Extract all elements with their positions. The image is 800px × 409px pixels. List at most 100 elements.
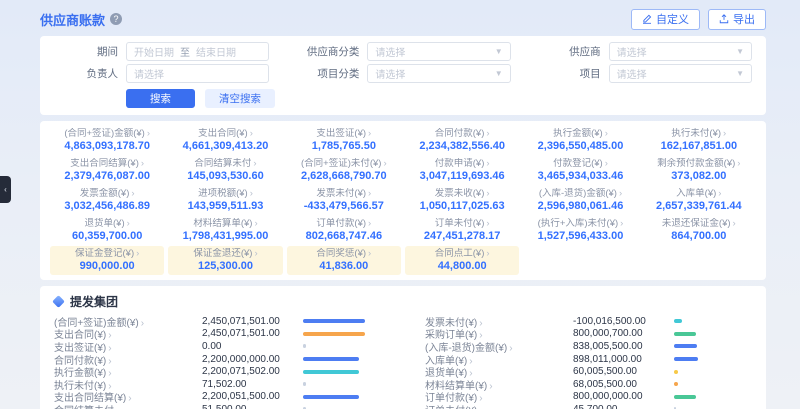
metric-value: 2,628,668,790.70 [289,170,399,182]
chevron-right-icon: › [619,188,622,199]
metric-card[interactable]: 付款登记(¥)› 3,465,934,033.46 [523,156,637,185]
chevron-right-icon: › [253,158,256,169]
period-daterange-input[interactable]: 开始日期 至 结束日期 [126,42,269,61]
metric-value: 1,527,596,433.00 [525,230,635,242]
metric-value: 41,836.00 [289,260,399,272]
metric-card[interactable]: 发票金额(¥)› 3,032,456,486.89 [50,186,164,215]
metric-card[interactable]: 发票未付(¥)› -433,479,566.57 [287,186,401,215]
edit-icon [642,14,652,24]
metric-value: 1,785,765.50 [289,140,399,152]
metric-label: 支出合同结算(¥)› [52,158,162,169]
metric-card[interactable]: (执行+入库)未付(¥)› 1,527,596,433.00 [523,216,637,245]
metric-value: 4,661,309,413.20 [170,140,280,152]
metric-value: 44,800.00 [407,260,517,272]
metric-card[interactable]: 退货单(¥)› 60,359,700.00 [50,216,164,245]
metric-card[interactable]: 付款申请(¥)› 3,047,119,693.46 [405,156,519,185]
export-icon [719,14,729,24]
chevron-right-icon: › [605,128,608,139]
chevron-right-icon: › [368,128,371,139]
chevron-right-icon: › [141,158,144,169]
metric-card[interactable]: 保证金退还(¥)› 125,300.00 [168,246,282,275]
page-title: 供应商账款 [40,10,105,29]
metric-card[interactable]: 合同结算未付› 145,093,530.60 [168,156,282,185]
owner-select[interactable]: 请选择 [126,64,269,83]
row-bar-track [674,319,752,323]
chevron-right-icon: › [250,128,253,139]
group-panel: 提发集团 (合同+签证)金额(¥)› 2,450,071,501.00 支出合同… [40,286,766,409]
metric-card[interactable]: 进项税额(¥)› 143,959,511.93 [168,186,282,215]
metric-value: -433,479,566.57 [289,200,399,212]
supplier-select[interactable]: 请选择 ▼ [609,42,752,61]
row-bar-track [674,370,752,374]
row-value: 2,200,071,502.00 [202,366,303,377]
search-button[interactable]: 搜索 [126,89,195,108]
metric-card[interactable]: (合同+签证)未付(¥)› 2,628,668,790.70 [287,156,401,185]
metric-card[interactable]: 支出合同结算(¥)› 2,379,476,087.00 [50,156,164,185]
row-value: 2,200,051,500.00 [202,391,303,402]
metric-value: 1,050,117,025.63 [407,200,517,212]
group-header[interactable]: 提发集团 [54,293,752,310]
metric-label: 合同奖惩(¥)› [289,248,399,259]
clear-search-button[interactable]: 清空搜索 [205,89,275,108]
metric-card[interactable]: 订单未付(¥)› 247,451,278.17 [405,216,519,245]
metric-card[interactable]: 支出合同(¥)› 4,661,309,413.20 [168,126,282,155]
export-button[interactable]: 导出 [708,9,766,30]
metric-card[interactable]: 发票未收(¥)› 1,050,117,025.63 [405,186,519,215]
metric-card[interactable]: 未退还保证金(¥)› 864,700.00 [642,216,756,245]
metric-value: 2,657,339,761.44 [644,200,754,212]
metric-label: 剩余预付款金额(¥)› [644,158,754,169]
metric-card[interactable]: 执行金额(¥)› 2,396,550,485.00 [523,126,637,155]
chevron-right-icon: › [254,218,257,229]
metric-value: 125,300.00 [170,260,280,272]
row-value: 71,502.00 [202,379,303,390]
project-select[interactable]: 请选择 ▼ [609,64,752,83]
filter-row-1: 期间 开始日期 至 结束日期 供应商分类 请选择 ▼ 供应商 请选择 ▼ [54,42,752,61]
metric-card[interactable]: 合同付款(¥)› 2,234,382,556.40 [405,126,519,155]
customize-button[interactable]: 自定义 [631,9,700,30]
metric-card[interactable]: (合同+签证)金额(¥)› 4,863,093,178.70 [50,126,164,155]
group-metric-row[interactable]: 订单未付(¥)› 45,700.00 [425,403,752,409]
metric-card[interactable]: 执行未付(¥)› 162,167,851.00 [642,126,756,155]
supplier-category-select[interactable]: 请选择 ▼ [367,42,510,61]
row-bar-track [303,332,381,336]
metric-card[interactable]: 剩余预付款金额(¥)› 373,082.00 [642,156,756,185]
metric-card[interactable]: (入库-退货)金额(¥)› 2,596,980,061.46 [523,186,637,215]
chevron-right-icon: › [127,218,130,229]
row-bar-track [303,357,381,361]
row-value: 68,005,500.00 [573,379,674,390]
side-drawer-handle[interactable]: ‹ [0,176,11,203]
project-category-select[interactable]: 请选择 ▼ [367,64,510,83]
row-bar [303,395,359,399]
metric-card[interactable]: 入库单(¥)› 2,657,339,761.44 [642,186,756,215]
metric-card[interactable]: 材料结算单(¥)› 1,798,431,995.00 [168,216,282,245]
supplier-label: 供应商 [537,44,601,59]
metric-card[interactable]: 支出签证(¥)› 1,785,765.50 [287,126,401,155]
daterange-separator: 至 [174,44,196,59]
chevron-right-icon: › [254,248,257,259]
period-label: 期间 [54,44,118,59]
row-bar [303,332,365,336]
metric-label: 合同点工(¥)› [407,248,517,259]
row-value: 2,200,000,000.00 [202,354,303,365]
row-bar-track [674,357,752,361]
row-value: 800,000,000.00 [573,391,674,402]
metric-value: 990,000.00 [52,260,162,272]
metric-card[interactable]: 订单付款(¥)› 802,668,747.46 [287,216,401,245]
metric-label: 发票未收(¥)› [407,188,517,199]
group-metric-row[interactable]: 合同结算未付› 51,500.00 [54,403,381,409]
row-value: 51,500.00 [202,404,303,409]
metric-card[interactable]: 保证金登记(¥)› 990,000.00 [50,246,164,275]
filter-buttons: 搜索 清空搜索 [54,89,752,108]
owner-label: 负责人 [54,66,118,81]
supplier-category-field: 供应商分类 请选择 ▼ [295,42,510,61]
supplier-field: 供应商 请选择 ▼ [537,42,752,61]
help-icon[interactable]: ? [110,13,122,25]
metric-value: 3,465,934,033.46 [525,170,635,182]
chevron-right-icon: › [147,128,150,139]
supplier-placeholder: 请选择 [617,44,647,59]
start-date-placeholder: 开始日期 [134,44,174,59]
metric-card[interactable]: 合同奖惩(¥)› 41,836.00 [287,246,401,275]
metric-label: 发票金额(¥)› [52,188,162,199]
metric-card[interactable]: 合同点工(¥)› 44,800.00 [405,246,519,275]
end-date-placeholder: 结束日期 [196,44,236,59]
